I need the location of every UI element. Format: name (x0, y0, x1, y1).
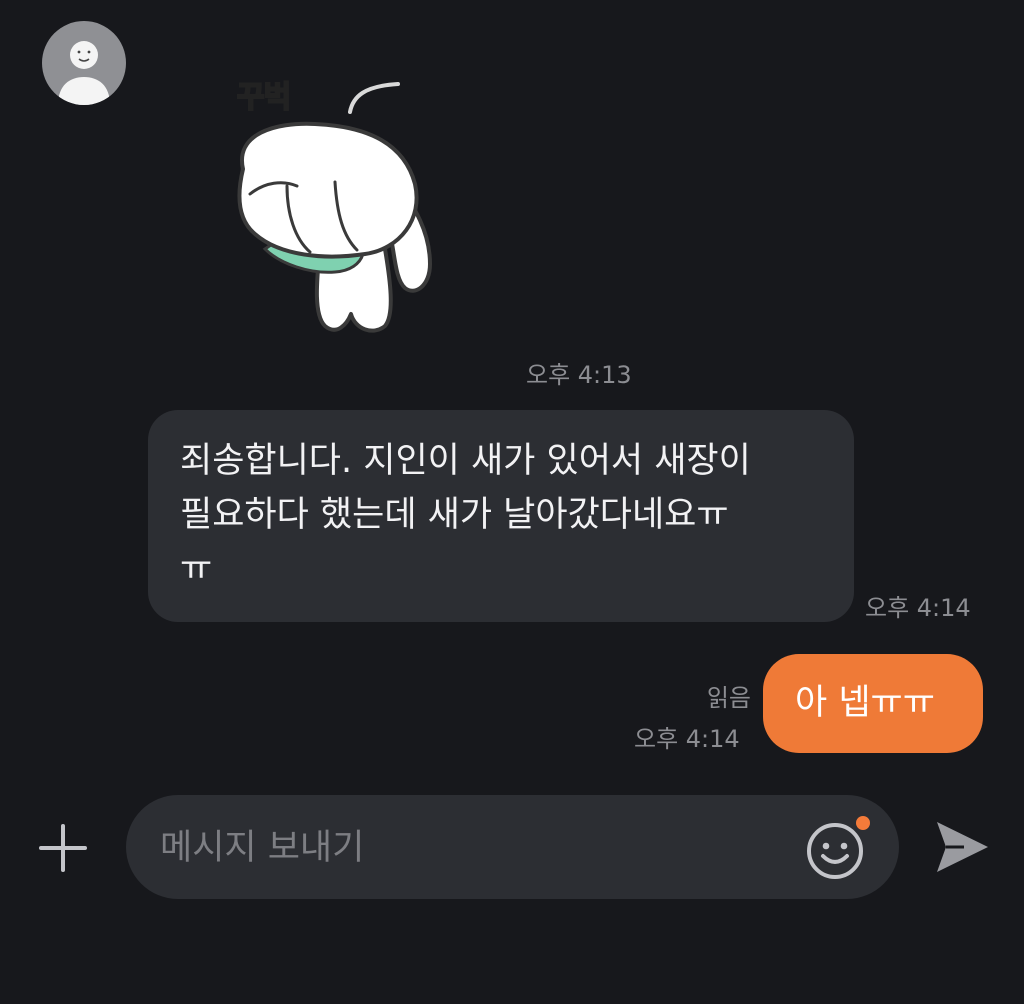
message-time: 오후 4:13 (526, 361, 632, 389)
message-input[interactable] (158, 817, 772, 879)
message-line: 필요하다 했는데 새가 날아갔다네요ㅠ (180, 495, 729, 535)
message-time: 오후 4:14 (634, 725, 740, 753)
message-text: 아 넵ㅠㅠ (795, 683, 935, 723)
message-composer (126, 795, 899, 899)
send-arrow-icon[interactable] (934, 818, 990, 876)
message-line: 죄송합니다. 지인이 새가 있어서 새장이 (180, 441, 751, 481)
incoming-message-bubble[interactable]: 죄송합니다. 지인이 새가 있어서 새장이 필요하다 했는데 새가 날아갔다네요… (148, 410, 854, 622)
sticker-caption: 꾸벅 (236, 79, 292, 116)
chat-screen: 꾸벅 오후 4:13 죄송합니다. 지인이 새가 있어서 새장이 필요하다 했는… (0, 0, 1024, 1004)
plus-icon[interactable] (38, 823, 88, 873)
message-line: ㅠ (180, 549, 213, 589)
person-icon (58, 41, 110, 105)
read-status: 읽음 (706, 684, 751, 712)
sender-avatar[interactable] (42, 21, 126, 105)
outgoing-message-bubble[interactable]: 아 넵ㅠㅠ (763, 654, 983, 753)
smiley-icon[interactable] (806, 816, 870, 880)
notification-dot (856, 816, 870, 830)
message-time: 오후 4:14 (865, 594, 971, 622)
